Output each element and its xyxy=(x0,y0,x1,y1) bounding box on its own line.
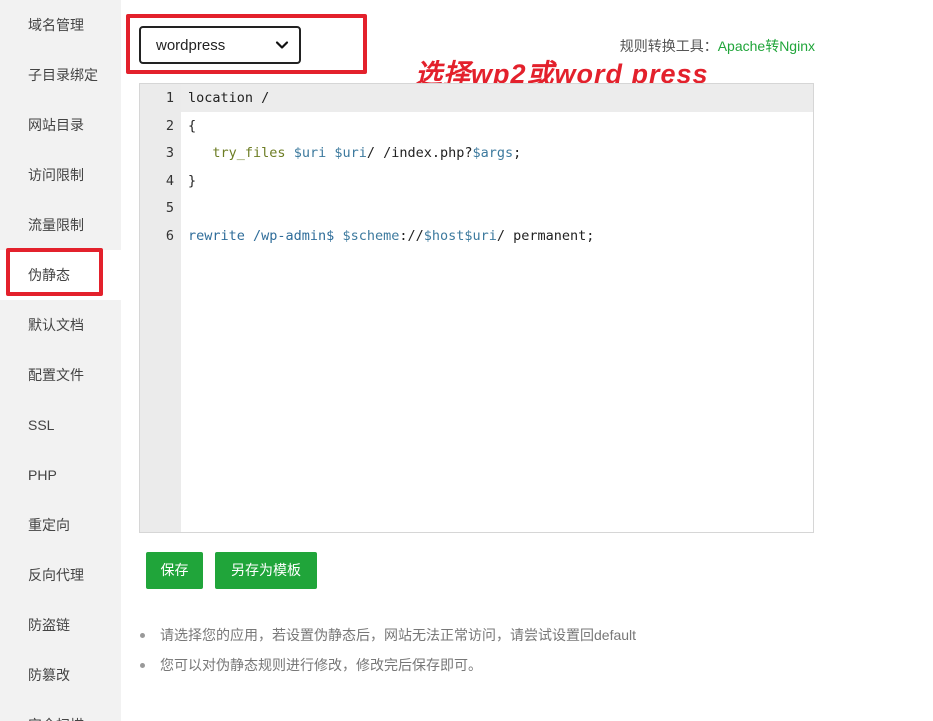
line-number: 1 xyxy=(165,90,174,106)
sidebar-item-site-dir[interactable]: 网站目录 xyxy=(0,100,121,150)
sidebar-item-php[interactable]: PHP xyxy=(0,450,121,500)
code-line: 5 xyxy=(140,194,813,222)
code-text: try_files $uri $uri/ /index.php?$args; xyxy=(212,145,522,161)
tip-item: 请选择您的应用，若设置伪静态后，网站无法正常访问，请尝试设置回default xyxy=(140,622,636,652)
sidebar: 域名管理 子目录绑定 网站目录 访问限制 流量限制 伪静态 默认文档 配置文件 … xyxy=(0,0,121,721)
tip-text: 请选择您的应用，若设置伪静态后，网站无法正常访问，请尝试设置回default xyxy=(160,627,637,643)
sidebar-item-default-doc[interactable]: 默认文档 xyxy=(0,300,121,350)
code-text: } xyxy=(188,173,197,189)
rewrite-template-selected: wordpress xyxy=(156,36,226,54)
save-button[interactable]: 保存 xyxy=(146,552,203,589)
sidebar-item-subdir-bind[interactable]: 子目录绑定 xyxy=(0,50,121,100)
sidebar-item-access-limit[interactable]: 访问限制 xyxy=(0,150,121,200)
sidebar-item-security-scan[interactable]: 安全扫描 xyxy=(0,700,121,721)
code-line: 2 { xyxy=(140,112,813,140)
sidebar-item-rewrite[interactable]: 伪静态 xyxy=(0,250,121,300)
sidebar-item-redirect[interactable]: 重定向 xyxy=(0,500,121,550)
code-text: { xyxy=(188,118,197,134)
sidebar-item-traffic-limit[interactable]: 流量限制 xyxy=(0,200,121,250)
save-as-template-button[interactable]: 另存为模板 xyxy=(215,552,317,589)
line-number: 6 xyxy=(165,228,174,244)
sidebar-item-domain[interactable]: 域名管理 xyxy=(0,0,121,50)
apache-to-nginx-link[interactable]: Apache转Nginx xyxy=(718,38,815,54)
rewrite-code-editor[interactable]: 1 location / 2 { 3 try_files $uri $uri/ … xyxy=(139,83,814,533)
code-text: rewrite /wp-admin$ $scheme://$host$uri/ … xyxy=(188,228,595,244)
line-number: 4 xyxy=(165,173,174,189)
code-line: 3 try_files $uri $uri/ /index.php?$args; xyxy=(140,139,813,167)
code-line: 4 } xyxy=(140,167,813,195)
line-number: 2 xyxy=(165,118,174,134)
tip-item: 您可以对伪静态规则进行修改，修改完后保存即可。 xyxy=(140,652,636,682)
bullet-icon xyxy=(140,633,145,638)
rewrite-template-select[interactable]: wordpress xyxy=(139,26,301,64)
bullet-icon xyxy=(140,663,145,668)
sidebar-item-hotlink[interactable]: 防盗链 xyxy=(0,600,121,650)
sidebar-item-ssl[interactable]: SSL xyxy=(0,400,121,450)
tip-text: 您可以对伪静态规则进行修改，修改完后保存即可。 xyxy=(160,657,482,673)
line-number: 5 xyxy=(165,200,174,216)
sidebar-item-config-file[interactable]: 配置文件 xyxy=(0,350,121,400)
code-line: 1 location / xyxy=(140,84,813,112)
sidebar-item-tamper-proof[interactable]: 防篡改 xyxy=(0,650,121,700)
line-number: 3 xyxy=(165,145,174,161)
help-tips: 请选择您的应用，若设置伪静态后，网站无法正常访问，请尝试设置回default 您… xyxy=(140,622,636,682)
code-text: location / xyxy=(188,90,270,106)
sidebar-item-reverse-proxy[interactable]: 反向代理 xyxy=(0,550,121,600)
code-line: 6 rewrite /wp-admin$ $scheme://$host$uri… xyxy=(140,222,813,250)
chevron-down-icon xyxy=(275,41,289,49)
